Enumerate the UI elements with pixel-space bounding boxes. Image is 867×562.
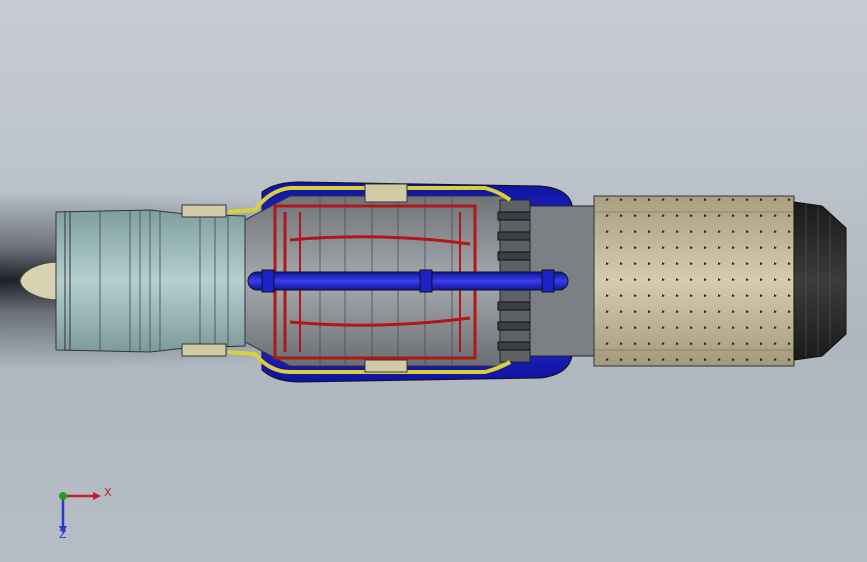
- cad-graphics-viewport[interactable]: X Z: [0, 0, 867, 562]
- exhaust-duct-icon: [593, 195, 795, 367]
- jet-engine-model[interactable]: [0, 0, 867, 562]
- compressor-icon: [55, 204, 246, 357]
- x-axis-label: X: [104, 486, 112, 499]
- y-axis-dot: [59, 492, 67, 500]
- nose-cone-icon: [19, 261, 59, 301]
- manifold-pipe-icon: [247, 269, 569, 293]
- z-axis-label: Z: [59, 528, 67, 541]
- nozzle-icon: [793, 201, 847, 361]
- coordinate-triad: [59, 492, 101, 534]
